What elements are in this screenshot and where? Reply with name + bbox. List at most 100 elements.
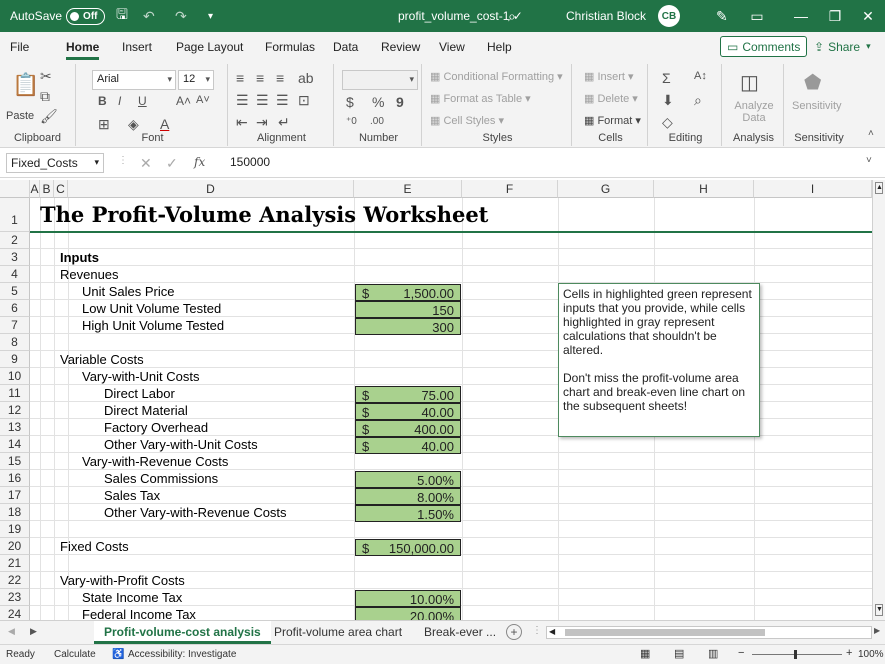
column-header-g[interactable]: G <box>558 180 654 198</box>
input-other-unit-costs[interactable]: $40.00 <box>355 437 461 454</box>
cancel-icon[interactable]: ✕ <box>140 155 152 172</box>
delete-cells-button[interactable]: ▦ Delete ▾ <box>584 92 638 105</box>
label-inputs[interactable]: Inputs <box>60 250 99 265</box>
align-middle-icon[interactable]: ≡ <box>256 70 264 86</box>
align-center-icon[interactable]: ☰ <box>256 92 269 109</box>
row-header-4[interactable]: 4 <box>0 266 30 283</box>
undo-icon[interactable]: ↶ <box>143 0 155 32</box>
sheet-tab-break-even[interactable]: Break-ever ... <box>414 621 506 644</box>
label-unit-sales-price[interactable]: Unit Sales Price <box>82 284 174 299</box>
horizontal-scroll-thumb[interactable] <box>565 629 765 636</box>
accessibility-icon[interactable]: ♿ <box>112 649 124 660</box>
format-painter-icon[interactable]: 🖌 <box>40 108 58 125</box>
zoom-slider-thumb[interactable] <box>794 650 797 659</box>
sheet-tab-profit-volume-area-chart[interactable]: Profit-volume area chart <box>264 621 412 644</box>
column-header-c[interactable]: C <box>54 180 68 198</box>
label-sales-commissions[interactable]: Sales Commissions <box>104 471 218 486</box>
align-left-icon[interactable]: ☰ <box>236 92 249 109</box>
expand-formula-bar-icon[interactable]: ˅ <box>866 155 872 166</box>
row-header-6[interactable]: 6 <box>0 300 30 317</box>
zoom-in-icon[interactable]: + <box>846 647 852 659</box>
analyze-data-icon[interactable]: ◫ <box>740 70 759 95</box>
comments-button[interactable]: ▭ Comments <box>720 36 808 57</box>
label-factory-overhead[interactable]: Factory Overhead <box>104 420 208 435</box>
input-other-revenue-costs[interactable]: 1.50% <box>355 505 461 522</box>
accessibility-status[interactable]: Accessibility: Investigate <box>128 649 236 660</box>
currency-icon[interactable]: $ <box>346 94 354 110</box>
grow-font-icon[interactable]: A˄ <box>176 94 191 108</box>
input-factory-overhead[interactable]: $400.00 <box>355 420 461 437</box>
tab-data[interactable]: Data <box>333 40 358 54</box>
user-avatar[interactable]: CB <box>658 0 680 32</box>
font-size-dropdown[interactable]: 12 ▾ <box>178 70 214 90</box>
percent-icon[interactable]: % <box>372 94 384 110</box>
name-box[interactable]: Fixed_Costs ▾ <box>6 153 104 173</box>
quick-access-dropdown-icon[interactable]: ▾ <box>208 0 213 32</box>
fill-icon[interactable]: ⬇ <box>662 92 674 109</box>
row-header-3[interactable]: 3 <box>0 249 30 266</box>
document-title[interactable]: profit_volume_cost-1 ✓ <box>398 0 523 32</box>
decrease-decimal-icon[interactable]: .00 <box>370 116 384 127</box>
row-header-9[interactable]: 9 <box>0 351 30 368</box>
search-icon[interactable]: ⌕ <box>508 0 516 32</box>
autosum-icon[interactable]: Σ <box>662 70 671 86</box>
label-direct-labor[interactable]: Direct Labor <box>104 386 175 401</box>
tab-formulas[interactable]: Formulas <box>265 40 315 54</box>
increase-decimal-icon[interactable]: ⁺0 <box>346 116 357 127</box>
calculate-button[interactable]: Calculate <box>54 649 96 660</box>
worksheet-grid[interactable]: A B C D E F G H I 1 2 3 4 5 6 7 8 9 10 11 12 13 14 15 1… <box>0 180 872 620</box>
tab-file[interactable]: File <box>10 40 29 54</box>
label-fixed-costs[interactable]: Fixed Costs <box>60 539 129 554</box>
row-header-23[interactable]: 23 <box>0 589 30 606</box>
row-header-19[interactable]: 19 <box>0 521 30 538</box>
number-format-dropdown[interactable]: ▾ <box>342 70 418 90</box>
comma-icon[interactable]: 9 <box>396 94 404 110</box>
label-vary-with-revenue-costs[interactable]: Vary-with-Revenue Costs <box>82 454 228 469</box>
sheet-tab-profit-volume-cost-analysis[interactable]: Profit-volume-cost analysis <box>94 621 271 644</box>
label-high-unit-volume[interactable]: High Unit Volume Tested <box>82 318 224 333</box>
format-cells-button[interactable]: ▦ Format ▾ <box>584 114 641 127</box>
input-fixed-costs[interactable]: $150,000.00 <box>355 539 461 556</box>
clear-icon[interactable]: ◇ <box>662 114 673 131</box>
redo-icon[interactable]: ↷ <box>175 0 187 32</box>
insert-function-icon[interactable]: fx <box>194 155 205 169</box>
tab-view[interactable]: View <box>439 40 465 54</box>
sensitivity-icon[interactable]: ⬟ <box>804 70 821 95</box>
font-name-dropdown[interactable]: Arial ▾ <box>92 70 176 90</box>
row-header-18[interactable]: 18 <box>0 504 30 521</box>
row-header-14[interactable]: 14 <box>0 436 30 453</box>
cut-icon[interactable]: ✂ <box>40 68 52 85</box>
row-header-17[interactable]: 17 <box>0 487 30 504</box>
column-header-h[interactable]: H <box>654 180 754 198</box>
row-header-21[interactable]: 21 <box>0 555 30 572</box>
label-vary-with-profit-costs[interactable]: Vary-with-Profit Costs <box>60 573 185 588</box>
merge-icon[interactable]: ⊡ <box>298 92 310 109</box>
column-header-i[interactable]: I <box>754 180 872 198</box>
font-color-icon[interactable]: A <box>160 116 169 132</box>
find-icon[interactable]: ⌕ <box>694 92 702 109</box>
row-header-16[interactable]: 16 <box>0 470 30 487</box>
bold-icon[interactable]: B <box>98 94 107 108</box>
label-state-income-tax[interactable]: State Income Tax <box>82 590 182 605</box>
select-all-corner[interactable] <box>0 180 30 198</box>
input-direct-material[interactable]: $40.00 <box>355 403 461 420</box>
label-vary-with-unit-costs[interactable]: Vary-with-Unit Costs <box>82 369 200 384</box>
zoom-out-icon[interactable]: − <box>738 647 744 659</box>
row-header-13[interactable]: 13 <box>0 419 30 436</box>
normal-view-icon[interactable]: ▦ <box>640 647 650 660</box>
scroll-right-icon[interactable]: ▶ <box>874 626 880 635</box>
collapse-ribbon-icon[interactable]: ˄ <box>868 128 874 139</box>
label-sales-tax[interactable]: Sales Tax <box>104 488 160 503</box>
label-revenues[interactable]: Revenues <box>60 267 119 282</box>
cell-styles-button[interactable]: ▦ Cell Styles ▾ <box>430 114 504 127</box>
input-low-unit-volume[interactable]: 150 <box>355 301 461 318</box>
paste-label[interactable]: Paste <box>6 110 34 122</box>
row-header-20[interactable]: 20 <box>0 538 30 555</box>
ribbon-display-icon[interactable]: ▭ <box>735 0 779 32</box>
copy-icon[interactable]: ⧉ <box>40 88 50 105</box>
insert-cells-button[interactable]: ▦ Insert ▾ <box>584 70 634 83</box>
label-variable-costs[interactable]: Variable Costs <box>60 352 144 367</box>
tab-review[interactable]: Review <box>381 40 420 54</box>
paste-icon[interactable]: 📋 <box>12 72 39 98</box>
vertical-scrollbar[interactable]: ▲ ▼ <box>872 180 885 620</box>
